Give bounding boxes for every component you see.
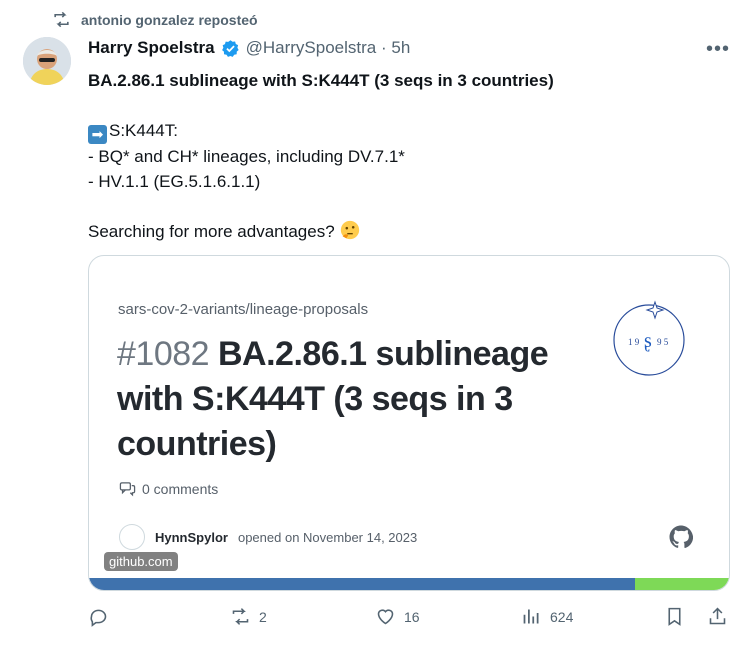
repost-icon xyxy=(54,11,69,28)
card-comments-count: 0 comments xyxy=(142,480,219,497)
more-options-icon[interactable]: ••• xyxy=(706,38,730,61)
author-name[interactable]: Harry Spoelstra xyxy=(88,38,215,58)
share-icon xyxy=(709,607,726,625)
repost-label: antonio gonzalez reposteó xyxy=(81,11,258,28)
card-opened-date: opened on November 14, 2023 xyxy=(237,529,418,545)
card-title: #1082 BA.2.86.1 sublineage with S:K444T … xyxy=(117,332,557,467)
repost-indicator[interactable]: antonio gonzalez reposteó xyxy=(52,10,258,29)
like-count: 16 xyxy=(404,608,420,625)
bookmark-button[interactable] xyxy=(664,606,685,627)
views-button[interactable]: 624 xyxy=(521,606,573,627)
tweet-line-3: - HV.1.1 (EG.5.1.6.1.1) xyxy=(88,172,261,191)
tweet-actions: 2 16 624 xyxy=(88,606,728,634)
github-icon xyxy=(669,525,693,549)
analytics-icon xyxy=(523,609,539,624)
author-avatar[interactable] xyxy=(23,37,71,85)
svg-text:9 5: 9 5 xyxy=(657,337,669,347)
views-count: 624 xyxy=(550,608,574,625)
card-author-row: HynnSpylor opened on November 14, 2023 xyxy=(119,524,417,550)
repost-count: 2 xyxy=(259,608,267,625)
hynnspylor-logo: 1 9 9 5 ʂ xyxy=(613,300,685,376)
svg-text:ʂ: ʂ xyxy=(644,330,652,352)
tweet-line-2: - BQ* and CH* lineages, including DV.7.1… xyxy=(88,147,405,166)
link-preview-card[interactable]: sars-cov-2-variants/lineage-proposals #1… xyxy=(88,255,730,591)
tweet-title: BA.2.86.1 sublineage with S:K444T (3 seq… xyxy=(88,71,554,90)
repost-icon xyxy=(232,608,249,625)
share-button[interactable] xyxy=(707,606,728,627)
repost-button[interactable]: 2 xyxy=(230,606,267,627)
svg-text:1 9: 1 9 xyxy=(628,337,640,347)
tweet-header: Harry Spoelstra @HarrySpoelstra · 5h xyxy=(88,38,410,58)
tweet-line-4: Searching for more advantages? xyxy=(88,219,728,244)
card-bar-blue xyxy=(89,578,635,590)
card-comments: 0 comments xyxy=(119,480,218,497)
tweet-body: BA.2.86.1 sublineage with S:K444T (3 seq… xyxy=(88,68,728,244)
card-issue-number: #1082 xyxy=(117,335,210,373)
tweet-line-1: ➡ S:K444T: xyxy=(88,118,728,144)
avatar-image xyxy=(23,37,71,85)
verified-badge-icon xyxy=(221,39,239,57)
card-author-name: HynnSpylor xyxy=(155,529,228,545)
card-bar-green xyxy=(635,578,729,590)
bookmark-icon xyxy=(668,607,681,626)
author-handle-time[interactable]: @HarrySpoelstra · 5h xyxy=(246,38,411,58)
reply-button[interactable] xyxy=(88,606,117,627)
heart-icon xyxy=(377,609,394,625)
thinking-face-emoji-icon xyxy=(341,220,360,240)
comment-icon xyxy=(119,482,136,497)
reply-icon xyxy=(90,609,107,627)
right-arrow-emoji-icon: ➡ xyxy=(88,125,107,144)
card-author-avatar xyxy=(119,524,145,550)
card-domain-badge: github.com xyxy=(104,552,178,571)
card-repo-path: sars-cov-2-variants/lineage-proposals xyxy=(118,301,369,318)
like-button[interactable]: 16 xyxy=(375,606,420,627)
